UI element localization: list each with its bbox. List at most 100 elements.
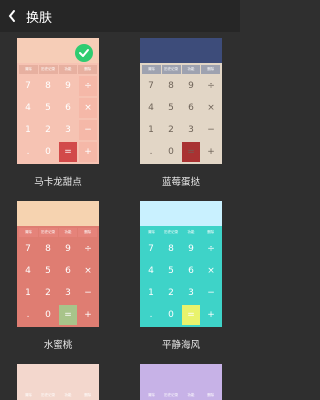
theme-preview-key: 7 (19, 239, 37, 259)
theme-preview-key: . (142, 305, 160, 325)
theme-preview-tab: 功能 (181, 228, 201, 237)
theme-preview-key: 8 (39, 76, 57, 96)
theme-preview-key: 2 (39, 120, 57, 140)
theme-preview-key: 8 (39, 239, 57, 259)
theme-preview-key: 9 (59, 239, 77, 259)
theme-preview-key: 6 (182, 261, 200, 281)
theme-preview-key: 0 (162, 305, 180, 325)
theme-preview-tab: 历史记录 (38, 228, 58, 237)
theme-card[interactable]: 清除 历史记录 功能 删除 7 8 9 ÷ 4 5 6 × 1 2 3−. 0 = + (140, 38, 222, 164)
theme-card[interactable]: 清除 历史记录 功能 删除 7 8 9 ÷ 4 5 6 × 1 2 3−. 0 = + (17, 201, 99, 327)
theme-preview-header (17, 201, 99, 226)
theme-preview-key: 3 (59, 120, 77, 140)
theme-preview-key: 3 (59, 283, 77, 303)
theme-preview-key: 6 (59, 261, 77, 281)
theme-preview-tab: 功能 (58, 65, 78, 74)
back-button[interactable] (0, 0, 24, 32)
theme-preview-key: 6 (182, 98, 200, 118)
theme-preview-key: 7 (142, 239, 160, 259)
theme-preview-header (140, 201, 222, 226)
theme-preview-key: 1 (142, 283, 160, 303)
page-title: 换肤 (26, 10, 53, 26)
theme-preview-tabs: 清除 历史记录 功能 删除 (17, 63, 99, 74)
theme-preview-key: − (79, 283, 97, 303)
top-bar: 换肤 (0, 0, 240, 32)
theme-preview-key: × (79, 261, 97, 281)
theme-preview-tabs: 清除 历史记录 功能 删除 (17, 226, 99, 237)
theme-preview-tab: 功能 (181, 65, 201, 74)
chevron-left-icon (8, 10, 15, 22)
theme-preview-key: 3 (182, 283, 200, 303)
theme-preview-key: 2 (39, 283, 57, 303)
theme-preview-tab: 历史记录 (161, 391, 181, 400)
theme-preview-tab: 历史记录 (161, 65, 181, 74)
theme-preview-header (17, 364, 99, 389)
theme-card[interactable]: 清除 历史记录 功能 删除 7 8 9 ÷ 4 5 6 × 1 2 3−. 0 = + (140, 201, 222, 327)
theme-preview-key: 4 (19, 261, 37, 281)
theme-preview-key: . (19, 142, 37, 162)
theme-preview-tab: 历史记录 (38, 65, 58, 74)
theme-preview-key: ÷ (79, 239, 97, 259)
theme-preview-key: 2 (162, 283, 180, 303)
theme-preview-key: 3 (182, 120, 200, 140)
theme-preview-key: . (19, 305, 37, 325)
theme-preview-key: . (142, 142, 160, 162)
theme-preview-keypad: 7 8 9 ÷ 4 5 6 × 1 2 3−. 0 = + (17, 74, 99, 164)
theme-preview-key: + (79, 305, 97, 325)
theme-preview-key: − (202, 283, 220, 303)
theme-preview-key: ÷ (202, 239, 220, 259)
theme-preview-key: 0 (39, 142, 57, 162)
theme-preview-tab: 删除 (78, 391, 97, 400)
theme-preview-tab: 历史记录 (161, 228, 181, 237)
theme-preview-header (140, 38, 222, 63)
theme-preview-tab: 删除 (201, 391, 220, 400)
theme-preview-tab: 清除 (19, 65, 38, 74)
theme-preview-key: − (79, 120, 97, 140)
theme-preview-tab: 功能 (181, 391, 201, 400)
theme-preview-key: − (202, 120, 220, 140)
theme-preview-key: = (59, 305, 77, 325)
theme-card[interactable]: 清除 历史记录 功能 删除 (140, 364, 222, 400)
theme-preview-tab: 删除 (78, 228, 97, 237)
theme-preview-key: 6 (59, 98, 77, 118)
theme-preview-key: × (202, 261, 220, 281)
theme-preview-tabs: 清除 历史记录 功能 删除 (140, 389, 222, 400)
theme-preview-tab: 清除 (19, 391, 38, 400)
theme-preview-tab: 清除 (19, 228, 38, 237)
theme-preview-key: 7 (19, 76, 37, 96)
theme-preview-key: × (79, 98, 97, 118)
theme-preview-tab: 清除 (142, 391, 161, 400)
theme-preview-keypad: 7 8 9 ÷ 4 5 6 × 1 2 3−. 0 = + (140, 237, 222, 327)
selected-check-icon (75, 44, 93, 62)
theme-preview-key: 2 (162, 120, 180, 140)
theme-preview-key: 7 (142, 76, 160, 96)
theme-preview-key: 5 (162, 98, 180, 118)
theme-preview-tabs: 清除 历史记录 功能 删除 (17, 389, 99, 400)
theme-preview-key: 1 (19, 283, 37, 303)
theme-preview-header (140, 364, 222, 389)
theme-preview-key: + (202, 142, 220, 162)
theme-preview-tab: 删除 (201, 65, 220, 74)
theme-preview-key: = (182, 142, 200, 162)
theme-preview-keypad: 7 8 9 ÷ 4 5 6 × 1 2 3−. 0 = + (17, 237, 99, 327)
theme-preview-key: 5 (162, 261, 180, 281)
theme-preview-tab: 删除 (201, 228, 220, 237)
theme-preview-keypad: 7 8 9 ÷ 4 5 6 × 1 2 3−. 0 = + (140, 74, 222, 164)
theme-preview-key: 4 (19, 98, 37, 118)
theme-preview-key: 0 (39, 305, 57, 325)
theme-preview-key: ÷ (79, 76, 97, 96)
theme-preview-key: 5 (39, 98, 57, 118)
theme-preview-key: 8 (162, 239, 180, 259)
theme-card[interactable]: 清除 历史记录 功能 删除 7 8 9 ÷ 4 5 6 × 1 2 3−. 0 = + (17, 38, 99, 164)
theme-preview-tabs: 清除 历史记录 功能 删除 (140, 63, 222, 74)
theme-name: 平静海风 (161, 340, 200, 351)
theme-preview-key: + (202, 305, 220, 325)
theme-preview-header (17, 38, 99, 63)
theme-preview-key: 1 (19, 120, 37, 140)
theme-preview-key: 9 (182, 239, 200, 259)
theme-name: 蓝莓蛋挞 (161, 177, 200, 188)
theme-preview-key: 9 (59, 76, 77, 96)
theme-name: 水蜜桃 (43, 340, 73, 351)
theme-name: 马卡龙甜点 (34, 177, 82, 188)
theme-card[interactable]: 清除 历史记录 功能 删除 (17, 364, 99, 400)
